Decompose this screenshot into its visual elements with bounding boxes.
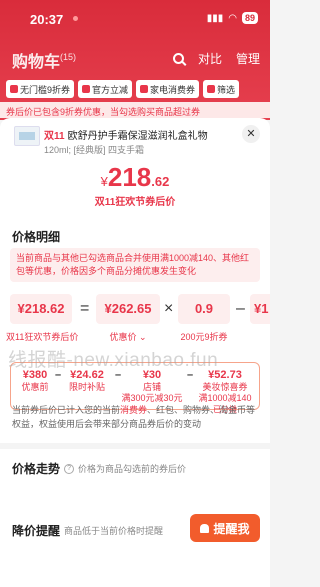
price-trend-subtitle: 价格为商品勾选前的券后价: [78, 464, 187, 474]
price-drop-title: 降价提醒: [12, 524, 61, 538]
multiply-sign: ×: [164, 300, 174, 317]
price-drop-subtitle: 商品低于当前价格时提醒: [64, 526, 164, 536]
coupon-icon: [140, 85, 149, 93]
minus-sign: –: [236, 300, 245, 317]
bell-icon: [200, 523, 210, 533]
double11-badge: 双11: [44, 131, 65, 142]
price-detail-title: 价格明细: [12, 230, 61, 244]
breakdown-subsidy: ¥24.62 限时补贴: [68, 369, 105, 392]
watermark: 线报酷-new.xianbao.fun: [8, 350, 219, 371]
cart-count: (15): [60, 52, 77, 62]
filter-icon: [207, 85, 216, 93]
coupon-notice-bar: 券后价已包含9折券优惠，当勾选购买商品超过券: [0, 102, 270, 118]
page-title: 购物车: [12, 54, 61, 71]
cart-header: 购物车 (15) 对比 管理: [0, 44, 270, 74]
final-price-label: 双11狂欢节券后价: [94, 197, 176, 208]
compare-button[interactable]: 对比: [198, 50, 222, 67]
formula-coupon-label: 200元9折券: [180, 332, 228, 342]
recording-dot-icon: [73, 16, 78, 21]
close-button[interactable]: ✕: [242, 125, 260, 143]
formula-coupon-rate: 0.9: [178, 294, 230, 324]
search-icon[interactable]: [172, 53, 184, 64]
close-icon: ✕: [246, 128, 256, 140]
status-time: 20:37: [30, 12, 64, 27]
formula-final-label: 双11狂欢节券后价: [6, 332, 79, 342]
formula-partial-value: ¥1: [250, 294, 270, 324]
product-thumbnail: [14, 126, 40, 146]
filter-chip-appliance[interactable]: 家电消费券: [136, 80, 200, 98]
product-title: 双11 欧舒丹护手霜保湿滋润礼盒礼物: [44, 131, 208, 142]
signal-icon: ▮▮▮: [206, 12, 224, 24]
coupon-icon: [82, 85, 91, 93]
formula-discount-label[interactable]: 优惠价 ⌄: [96, 330, 160, 343]
status-bar: 20:37 ▮▮▮ ◠ 89: [0, 10, 270, 30]
filter-bar: 无门槛9折券 官方立减 家电消费券 筛选: [0, 80, 270, 98]
breakdown-shop: ¥30 店铺 满300元减30元: [121, 369, 183, 403]
formula-final-price: ¥218.62: [10, 294, 72, 324]
filter-button[interactable]: 筛选: [203, 80, 240, 98]
section-divider: [0, 443, 270, 449]
final-price: ¥218.62: [100, 162, 170, 192]
breakdown-original: ¥380 优惠前: [21, 369, 49, 392]
status-icons: ▮▮▮ ◠ 89: [207, 12, 258, 24]
help-icon[interactable]: ?: [64, 463, 75, 474]
wifi-icon: ◠: [228, 12, 237, 24]
coupon-icon: [10, 85, 18, 93]
price-formula: ¥218.62 双11狂欢节券后价 = ¥262.65 优惠价 ⌄ × 0.9 …: [0, 294, 270, 348]
price-trend-row[interactable]: 价格走势 ? 价格为商品勾选前的券后价: [12, 460, 186, 477]
filter-chip-no-threshold[interactable]: 无门槛9折券: [6, 80, 75, 98]
battery-icon: 89: [241, 12, 258, 24]
filter-chip-official[interactable]: 官方立减: [78, 80, 133, 98]
product-spec: 120ml; [经典版] 四支手霜: [44, 145, 145, 155]
manage-button[interactable]: 管理: [236, 50, 260, 67]
formula-discount-price: ¥262.65: [96, 294, 160, 324]
price-notice: 当前商品与其他已勾选商品合并使用满1000减140、其他红包等优惠，价格因多个商…: [10, 248, 260, 282]
price-trend-title: 价格走势: [12, 462, 61, 476]
remind-me-button[interactable]: 提醒我: [190, 514, 260, 542]
equals-sign: =: [80, 300, 90, 317]
price-drop-row: 降价提醒 商品低于当前价格时提醒: [12, 522, 163, 539]
rights-note: 当前券后价已计入您的当前消费券、红包、购物券、淘金币等权益，权益使用后会带来部分…: [12, 405, 256, 429]
